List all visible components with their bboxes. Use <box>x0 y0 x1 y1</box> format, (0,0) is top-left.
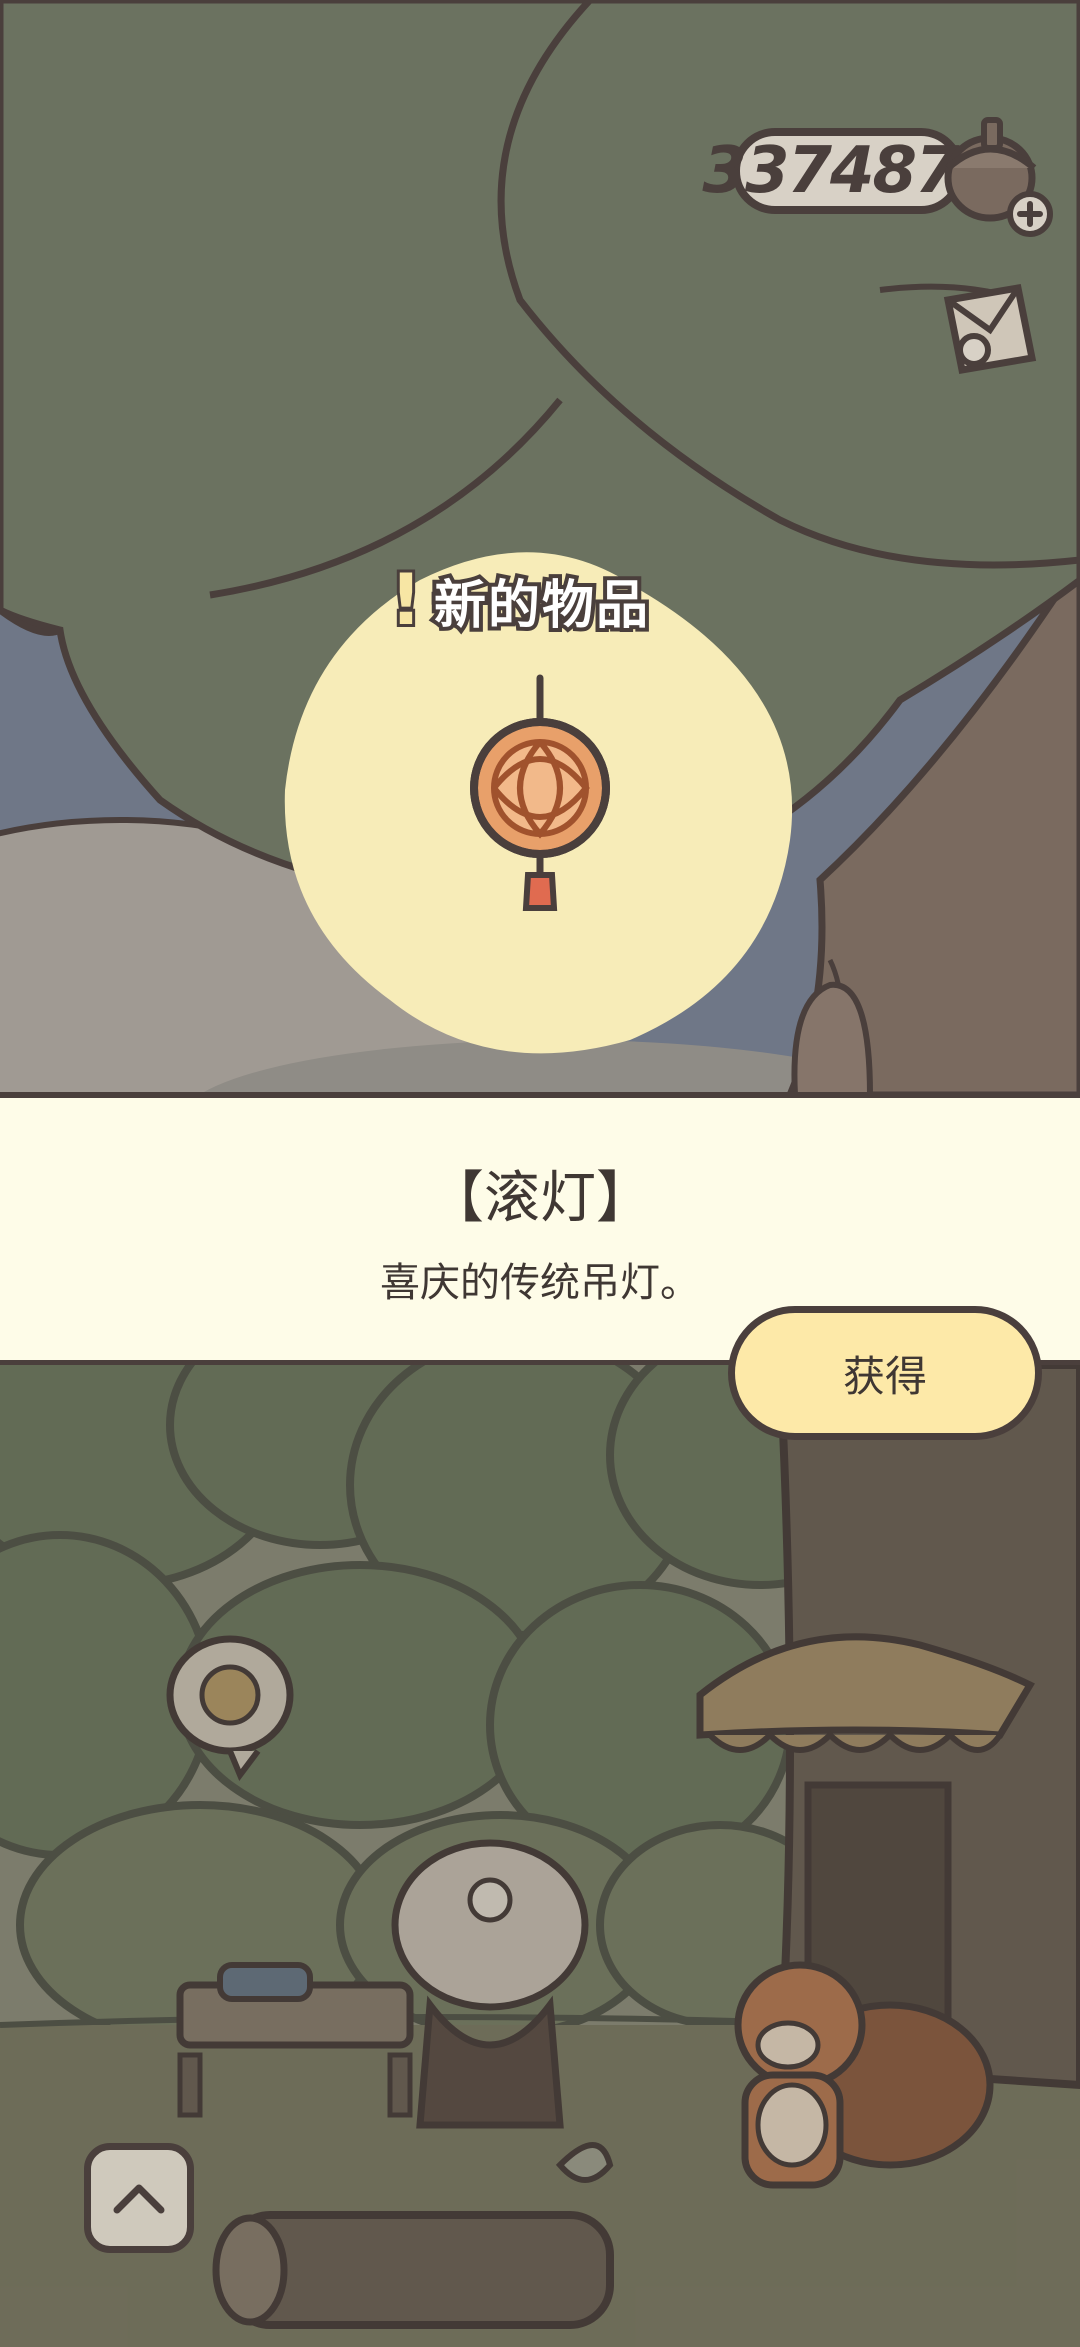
item-name: 【滚灯】 <box>428 1166 652 1231</box>
new-item-text: 新的物品 <box>430 572 652 640</box>
expand-menu-button[interactable] <box>84 2143 194 2253</box>
acorn-plus-icon[interactable] <box>930 108 1060 238</box>
letter-icon[interactable] <box>928 270 1048 390</box>
item-description: 喜庆的传统吊灯。 <box>380 1260 700 1306</box>
top-scene: 337487 ! 新的物品 <box>0 0 1080 1095</box>
chevron-up-icon <box>113 2184 165 2214</box>
new-item-label: ! 新的物品 <box>387 556 652 644</box>
obtain-button[interactable]: 获得 <box>728 1306 1042 1440</box>
lantern-icon <box>450 670 630 920</box>
exclamation-badge: ! <box>387 556 425 644</box>
